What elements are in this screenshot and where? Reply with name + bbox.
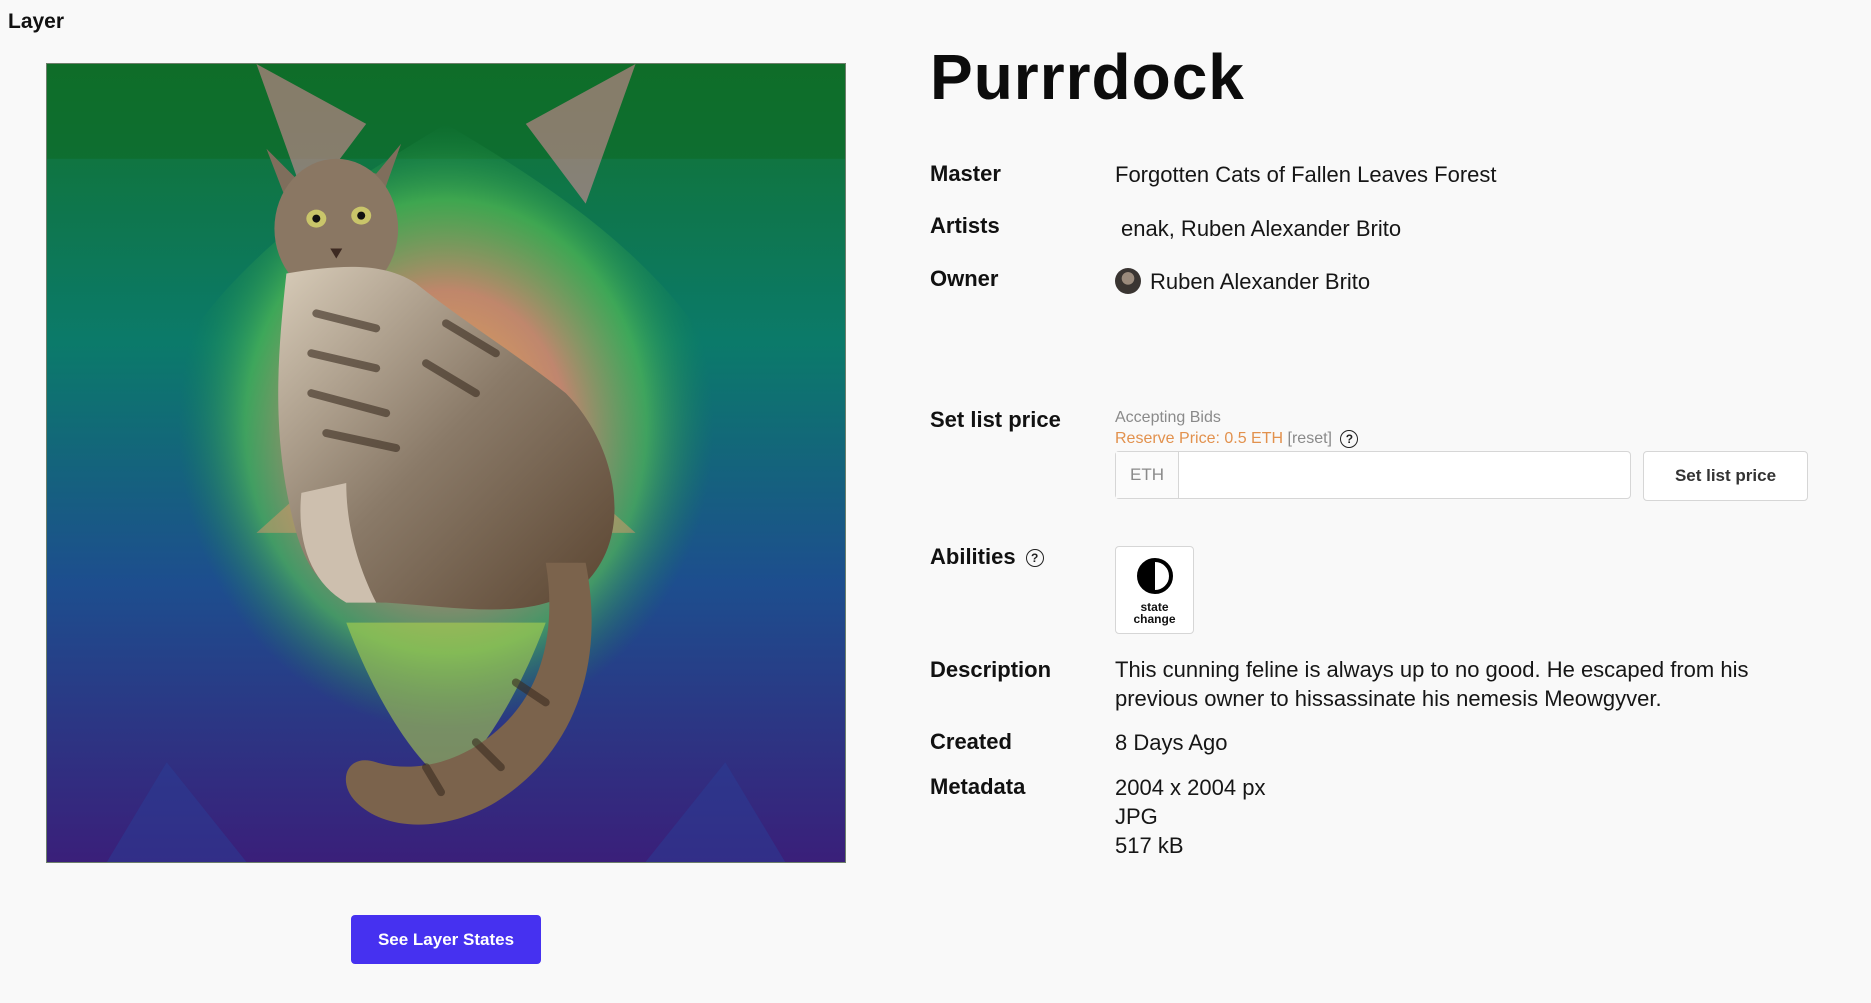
help-circle-icon[interactable]: ?	[1025, 549, 1044, 568]
list-price-label: Set list price	[930, 407, 1061, 432]
owner-value[interactable]: Ruben Alexander Brito	[1115, 267, 1370, 296]
metadata-size: 517 kB	[1115, 833, 1184, 858]
reserve-price-text: Reserve Price: 0.5 ETH	[1115, 430, 1284, 448]
artwork-cat-graphic	[47, 64, 845, 862]
help-circle-icon[interactable]: ?	[1340, 430, 1359, 448]
description-label: Description	[930, 657, 1052, 682]
owner-label: Owner	[930, 266, 999, 291]
state-change-ability[interactable]: state change	[1115, 546, 1194, 634]
eth-prefix: ETH	[1116, 452, 1179, 498]
reserve-reset-link[interactable]: [reset]	[1288, 430, 1332, 447]
page-title: Purrrdock	[930, 41, 1245, 113]
description-value: This cunning feline is always up to no g…	[1115, 657, 1749, 711]
metadata-value: 2004 x 2004 px JPG 517 kB	[1115, 773, 1265, 860]
half-circle-icon	[1136, 558, 1173, 594]
metadata-label: Metadata	[930, 774, 1026, 799]
reserve-price-info: Reserve Price: 0.5 ETH [reset] ?	[1115, 430, 1359, 448]
abilities-label-text: Abilities	[930, 544, 1016, 569]
artists-value[interactable]: enak, Ruben Alexander Brito	[1121, 214, 1401, 243]
set-list-price-button[interactable]: Set list price	[1643, 451, 1808, 501]
accepting-bids-status: Accepting Bids	[1115, 409, 1221, 426]
created-value: 8 Days Ago	[1115, 730, 1228, 755]
metadata-dimensions: 2004 x 2004 px	[1115, 775, 1266, 800]
abilities-label: Abilities ?	[930, 544, 1044, 570]
created-label: Created	[930, 729, 1012, 754]
owner-avatar	[1115, 268, 1141, 295]
metadata-format: JPG	[1115, 804, 1158, 829]
see-layer-states-button[interactable]: See Layer States	[351, 915, 541, 964]
section-label: Layer	[8, 10, 65, 33]
list-price-input[interactable]	[1179, 452, 1630, 498]
artwork-image	[46, 63, 846, 863]
artists-label: Artists	[930, 213, 1000, 238]
list-price-input-group: ETH	[1115, 451, 1631, 499]
ability-label: state change	[1133, 600, 1176, 626]
master-label: Master	[930, 161, 1001, 186]
owner-name[interactable]: Ruben Alexander Brito	[1150, 269, 1370, 294]
master-value[interactable]: Forgotten Cats of Fallen Leaves Forest	[1115, 160, 1497, 189]
